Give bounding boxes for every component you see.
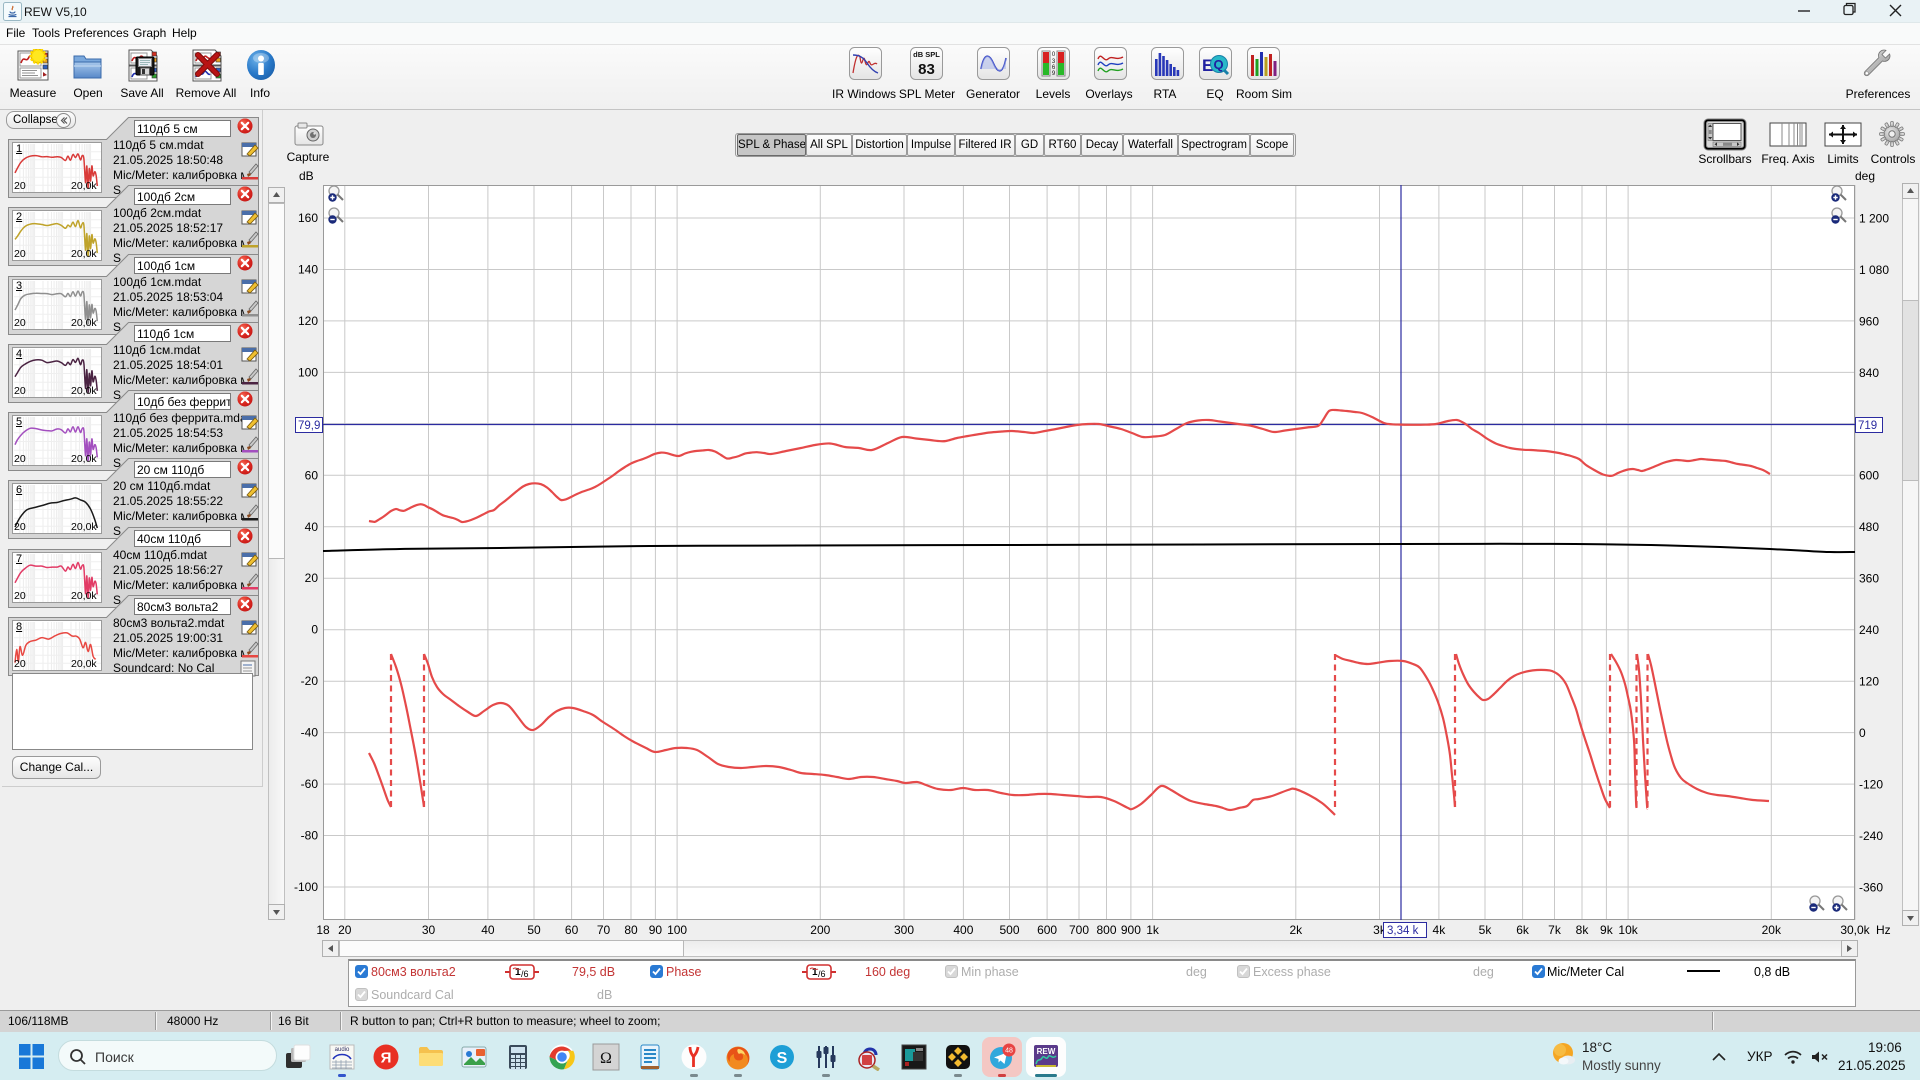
svg-text:18: 18 (316, 923, 330, 937)
svg-text:60: 60 (305, 468, 319, 482)
svg-text:REW: REW (1037, 1047, 1056, 1056)
svg-text:30,0k: 30,0k (1840, 923, 1870, 937)
svg-text:/6: /6 (818, 969, 826, 979)
svg-text:/6: /6 (521, 969, 529, 979)
svg-text:40: 40 (481, 923, 495, 937)
svg-text:-100: -100 (294, 880, 318, 894)
svg-text:70: 70 (597, 923, 611, 937)
svg-text:90: 90 (649, 923, 663, 937)
svg-text:1k: 1k (1146, 923, 1160, 937)
svg-text:-60: -60 (301, 777, 319, 791)
svg-text:200: 200 (810, 923, 830, 937)
svg-text:-40: -40 (301, 726, 319, 740)
svg-text:10k: 10k (1618, 923, 1638, 937)
svg-text:20: 20 (338, 923, 352, 937)
svg-text:7k: 7k (1548, 923, 1562, 937)
svg-text:-360: -360 (1859, 880, 1883, 894)
svg-text:160: 160 (298, 211, 318, 225)
svg-text:500: 500 (999, 923, 1019, 937)
svg-text:audio: audio (335, 1047, 350, 1053)
svg-text:Ω: Ω (600, 1050, 612, 1067)
svg-text:300: 300 (894, 923, 914, 937)
svg-text:6k: 6k (1516, 923, 1530, 937)
svg-text:30: 30 (422, 923, 436, 937)
svg-text:Hz: Hz (1876, 923, 1891, 937)
svg-text:9k: 9k (1600, 923, 1614, 937)
svg-text:-80: -80 (301, 829, 319, 843)
svg-text:20k: 20k (1762, 923, 1782, 937)
svg-text:600: 600 (1859, 469, 1879, 483)
svg-text:8k: 8k (1576, 923, 1590, 937)
svg-text:120: 120 (298, 314, 318, 328)
svg-text:800: 800 (1096, 923, 1116, 937)
svg-text:120: 120 (1859, 675, 1879, 689)
svg-text:3,34 k: 3,34 k (1387, 925, 1419, 937)
svg-text:80: 80 (624, 923, 638, 937)
svg-text:0: 0 (1859, 726, 1866, 740)
svg-text:840: 840 (1859, 366, 1879, 380)
svg-text:719: 719 (1858, 420, 1877, 432)
svg-text:-240: -240 (1859, 829, 1883, 843)
svg-text:1 080: 1 080 (1859, 263, 1889, 277)
svg-text:240: 240 (1859, 623, 1879, 637)
svg-text:S: S (777, 1050, 788, 1067)
svg-text:0: 0 (311, 623, 318, 637)
svg-text:4k: 4k (1433, 923, 1447, 937)
svg-text:700: 700 (1069, 923, 1089, 937)
svg-text:5k: 5k (1479, 923, 1493, 937)
svg-text:60: 60 (565, 923, 579, 937)
svg-text:480: 480 (1859, 520, 1879, 534)
svg-text:2k: 2k (1289, 923, 1303, 937)
svg-text:900: 900 (1121, 923, 1141, 937)
svg-text:40: 40 (305, 520, 319, 534)
svg-text:48: 48 (1005, 1048, 1013, 1055)
svg-text:1 200: 1 200 (1859, 211, 1889, 225)
svg-text:Я: Я (381, 1050, 392, 1067)
svg-text:400: 400 (953, 923, 973, 937)
svg-text:-120: -120 (1859, 778, 1883, 792)
svg-text:100: 100 (667, 923, 687, 937)
svg-text:50: 50 (527, 923, 541, 937)
svg-text:600: 600 (1037, 923, 1057, 937)
svg-text:960: 960 (1859, 314, 1879, 328)
svg-text:140: 140 (298, 263, 318, 277)
svg-text:79,9: 79,9 (298, 420, 320, 432)
svg-text:20: 20 (305, 571, 319, 585)
svg-text:100: 100 (298, 365, 318, 379)
svg-text:360: 360 (1859, 572, 1879, 586)
svg-text:-20: -20 (301, 674, 319, 688)
